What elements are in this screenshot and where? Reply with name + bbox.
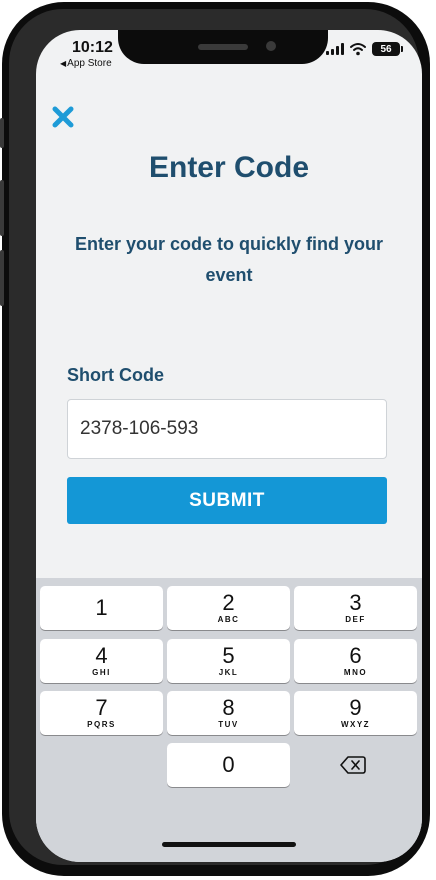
front-camera <box>266 41 276 51</box>
side-button-volume-down <box>0 250 4 306</box>
key-letters: JKL <box>218 668 239 677</box>
key-8[interactable]: 8 TUV <box>167 691 290 735</box>
short-code-label: Short Code <box>67 365 164 385</box>
key-letters: PQRS <box>87 720 116 729</box>
battery-icon: 56 <box>372 42 403 56</box>
key-digit: 9 <box>349 695 362 720</box>
key-digit: 3 <box>349 590 362 615</box>
key-6[interactable]: 6 MNO <box>294 639 417 683</box>
back-to-app-link[interactable]: ◀App Store <box>60 58 112 69</box>
key-1[interactable]: 1 <box>40 586 163 630</box>
key-digit: 7 <box>95 695 108 720</box>
phone-screen: 10:12 ◀App Store 56 Enter Code Enter you… <box>36 30 422 862</box>
key-digit: 2 <box>222 590 235 615</box>
key-9[interactable]: 9 WXYZ <box>294 691 417 735</box>
key-letters: TUV <box>218 720 239 729</box>
key-letters: WXYZ <box>340 720 371 729</box>
side-button-silent <box>0 118 4 148</box>
status-time: 10:12 <box>72 39 113 56</box>
speaker-grille <box>198 44 248 50</box>
key-0[interactable]: 0 <box>167 743 290 787</box>
key-5[interactable]: 5 JKL <box>167 639 290 683</box>
backspace-icon <box>339 756 366 774</box>
battery-level: 56 <box>380 43 392 55</box>
key-digit: 8 <box>222 695 235 720</box>
key-letters: GHI <box>92 668 111 677</box>
wifi-icon <box>350 43 366 56</box>
delete-key[interactable] <box>291 743 414 787</box>
key-4[interactable]: 4 GHI <box>40 639 163 683</box>
back-triangle-icon: ◀ <box>60 59 67 68</box>
key-digit: 5 <box>222 643 235 668</box>
key-digit: 4 <box>95 643 108 668</box>
short-code-input[interactable] <box>67 399 387 459</box>
key-letters: MNO <box>343 668 368 677</box>
close-icon <box>52 106 74 128</box>
key-7[interactable]: 7 PQRS <box>40 691 163 735</box>
page-title: Enter Code <box>148 151 310 184</box>
back-app-label: App Store <box>67 58 112 69</box>
numeric-keypad: 1 2 ABC 3 DEF 4 GHI 5 JKL 6 MNO 7 PQRS 8… <box>36 578 422 862</box>
key-letters: ABC <box>217 615 240 624</box>
key-letters: DEF <box>345 615 366 624</box>
close-button[interactable] <box>52 106 74 128</box>
signal-icon <box>326 43 344 55</box>
notch <box>118 30 328 64</box>
side-button-volume-up <box>0 180 4 236</box>
status-icons: 56 <box>326 42 403 56</box>
key-2[interactable]: 2 ABC <box>167 586 290 630</box>
key-digit: 0 <box>222 752 235 777</box>
submit-button[interactable]: SUBMIT <box>67 477 387 524</box>
key-digit: 1 <box>95 595 108 620</box>
key-3[interactable]: 3 DEF <box>294 586 417 630</box>
key-digit: 6 <box>349 643 362 668</box>
home-indicator[interactable] <box>162 842 296 847</box>
page-subtitle: Enter your code to quickly find your eve… <box>74 234 384 285</box>
